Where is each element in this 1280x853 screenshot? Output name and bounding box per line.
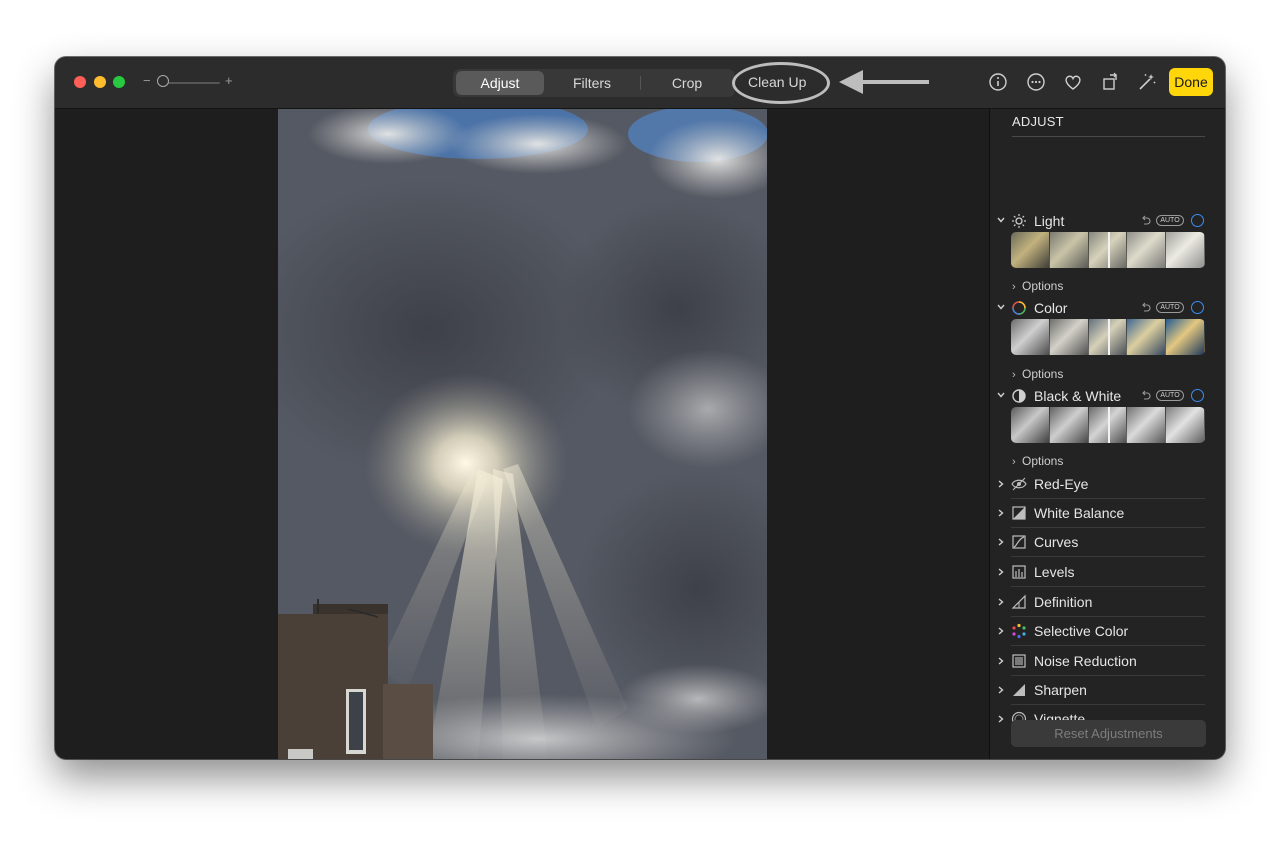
zoom-in-icon[interactable]: + xyxy=(225,73,233,88)
photos-edit-window: − + Adjust Filters Crop Clean Up Done AD… xyxy=(55,57,1225,759)
selective-color-icon xyxy=(1012,623,1026,639)
sidebar-item-label: White Balance xyxy=(1034,505,1125,521)
toggle-ring[interactable] xyxy=(1191,301,1204,314)
options-label: Options xyxy=(1022,454,1064,468)
chevron-right-icon[interactable] xyxy=(996,479,1006,489)
chevron-down-icon[interactable] xyxy=(996,215,1006,225)
sidebar-title: ADJUST xyxy=(1012,114,1064,129)
sidebar-item-label: Selective Color xyxy=(1034,623,1129,639)
chevron-down-icon[interactable] xyxy=(996,390,1006,400)
close-window-button[interactable] xyxy=(74,76,86,88)
section-light-label: Light xyxy=(1034,213,1065,229)
auto-button[interactable]: AUTO xyxy=(1156,390,1184,401)
sky-photo xyxy=(278,109,767,759)
auto-button[interactable]: AUTO xyxy=(1156,215,1184,226)
levels-icon xyxy=(1012,565,1026,579)
sidebar-item-red-eye[interactable]: Red-Eye xyxy=(990,470,1225,499)
strip-handle[interactable] xyxy=(1108,407,1110,443)
sun-icon xyxy=(1012,214,1026,228)
sharpen-icon xyxy=(1013,684,1025,696)
more-icon[interactable] xyxy=(1025,71,1047,93)
definition-icon xyxy=(1011,594,1026,609)
chevron-right-icon[interactable] xyxy=(996,714,1006,724)
title-divider xyxy=(1012,136,1205,137)
edit-mode-segmented-control: Adjust Filters Crop xyxy=(453,69,735,97)
color-options[interactable]: › Options xyxy=(1012,367,1063,381)
auto-button[interactable]: AUTO xyxy=(1156,302,1184,313)
chevron-right-icon[interactable] xyxy=(996,597,1006,607)
sidebar-item-levels[interactable]: Levels xyxy=(990,558,1225,587)
undo-icon[interactable] xyxy=(1140,214,1152,226)
minimize-window-button[interactable] xyxy=(94,76,106,88)
tab-adjust[interactable]: Adjust xyxy=(456,71,544,95)
chevron-right-icon[interactable] xyxy=(996,508,1006,518)
eye-icon xyxy=(1011,477,1027,491)
sidebar-item-label: Curves xyxy=(1034,534,1079,550)
zoom-out-icon[interactable]: − xyxy=(143,73,151,88)
auto-enhance-icon[interactable] xyxy=(1136,71,1158,93)
sidebar-item-selective-color[interactable]: Selective Color xyxy=(990,617,1225,646)
chevron-right-icon[interactable] xyxy=(996,537,1006,547)
toggle-ring[interactable] xyxy=(1191,214,1204,227)
color-preview-strip[interactable] xyxy=(1011,319,1205,355)
strip-handle[interactable] xyxy=(1108,232,1110,268)
light-preview-strip[interactable] xyxy=(1011,232,1205,268)
callout-arrow-icon xyxy=(839,70,929,94)
chevron-right-icon[interactable] xyxy=(996,656,1006,666)
bw-preview-strip[interactable] xyxy=(1011,407,1205,443)
sidebar-item-label: Noise Reduction xyxy=(1034,653,1137,669)
row-divider xyxy=(1011,586,1205,587)
tab-filters[interactable]: Filters xyxy=(548,71,636,95)
chevron-down-icon[interactable] xyxy=(996,302,1006,312)
bw-options[interactable]: › Options xyxy=(1012,454,1063,468)
chevron-right-icon[interactable] xyxy=(996,685,1006,695)
noise-reduction-icon xyxy=(1012,654,1026,668)
chevron-right-icon[interactable] xyxy=(996,567,1006,577)
sidebar-item-noise-reduction[interactable]: Noise Reduction xyxy=(990,647,1225,676)
curves-icon xyxy=(1012,535,1026,549)
strip-handle[interactable] xyxy=(1108,319,1110,355)
row-divider xyxy=(1011,645,1205,646)
options-label: Options xyxy=(1022,367,1064,381)
sidebar-item-label: Definition xyxy=(1034,594,1093,610)
options-label: Options xyxy=(1022,279,1064,293)
toggle-ring[interactable] xyxy=(1191,389,1204,402)
info-icon[interactable] xyxy=(987,71,1009,93)
sidebar-item-label: Red-Eye xyxy=(1034,476,1089,492)
heart-icon[interactable] xyxy=(1062,71,1084,93)
rotate-icon[interactable] xyxy=(1100,71,1122,93)
undo-icon[interactable] xyxy=(1140,389,1152,401)
segment-divider xyxy=(640,76,641,90)
sidebar-item-curves[interactable]: Curves xyxy=(990,528,1225,557)
zoom-window-button[interactable] xyxy=(113,76,125,88)
adjust-sidebar: ADJUST Light AUTO › Options Color AUTO ›… xyxy=(989,109,1225,759)
highlight-ellipse xyxy=(732,62,830,104)
half-circle-icon xyxy=(1012,389,1026,403)
section-bw-header[interactable]: Black & White AUTO xyxy=(990,387,1225,407)
photo-canvas[interactable] xyxy=(278,109,767,759)
sidebar-item-label: Sharpen xyxy=(1034,682,1087,698)
color-wheel-icon xyxy=(1012,301,1026,315)
undo-icon[interactable] xyxy=(1140,301,1152,313)
white-balance-icon xyxy=(1012,506,1026,520)
section-bw-label: Black & White xyxy=(1034,388,1122,404)
chevron-right-icon[interactable] xyxy=(996,626,1006,636)
done-button[interactable]: Done xyxy=(1169,68,1213,96)
sidebar-item-label: Levels xyxy=(1034,564,1075,580)
zoom-slider-knob[interactable] xyxy=(157,75,169,87)
tab-crop[interactable]: Crop xyxy=(643,71,731,95)
section-color-header[interactable]: Color AUTO xyxy=(990,299,1225,319)
section-light-header[interactable]: Light AUTO xyxy=(990,212,1225,232)
sidebar-item-definition[interactable]: Definition xyxy=(990,588,1225,617)
toolbar: − + Adjust Filters Crop Clean Up Done xyxy=(55,57,1225,109)
light-options[interactable]: › Options xyxy=(1012,279,1063,293)
row-divider xyxy=(1011,556,1205,557)
sidebar-item-white-balance[interactable]: White Balance xyxy=(990,499,1225,528)
reset-adjustments-button[interactable]: Reset Adjustments xyxy=(1011,720,1206,747)
sidebar-item-sharpen[interactable]: Sharpen xyxy=(990,676,1225,705)
section-color-label: Color xyxy=(1034,300,1068,316)
